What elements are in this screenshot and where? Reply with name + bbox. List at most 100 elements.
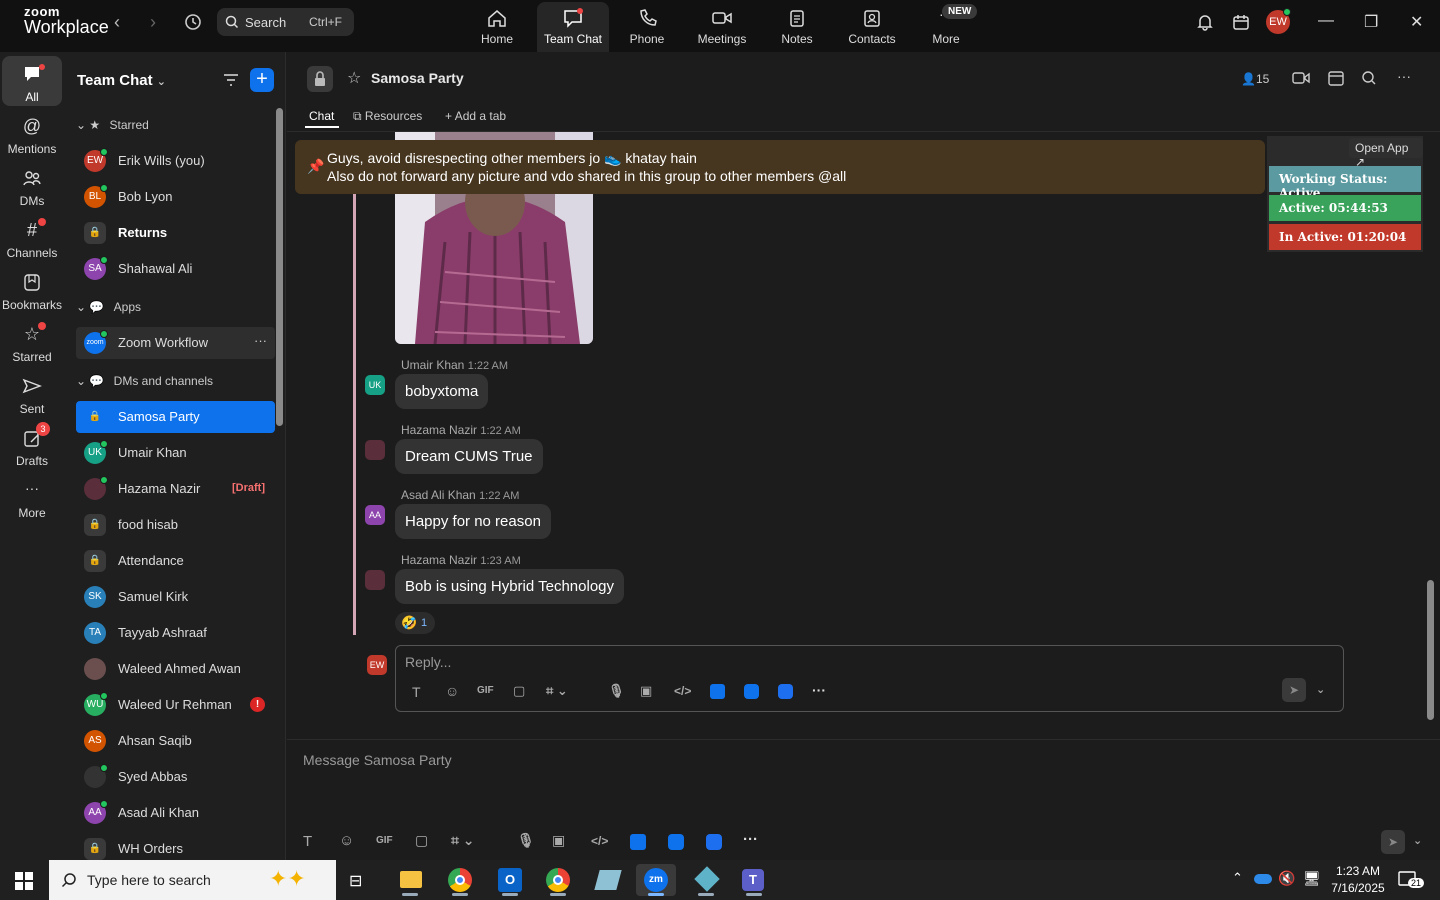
nav-team-chat[interactable]: Team Chat (537, 2, 609, 52)
rail-dms[interactable]: DMs (2, 162, 62, 212)
avatar[interactable]: UK (365, 375, 385, 395)
back-arrow-icon[interactable]: ‹ (114, 12, 120, 33)
notifications-icon[interactable]: 21 (1398, 870, 1425, 890)
more-tools-icon[interactable]: ··· (812, 682, 826, 698)
rail-starred[interactable]: ☆ Starred (2, 318, 62, 368)
tray-clock[interactable]: 1:23 AM 7/16/2025 (1330, 863, 1386, 897)
section-starred[interactable]: ⌄ ★ Starred (76, 118, 149, 132)
calendar-widget-icon[interactable] (1232, 13, 1250, 31)
member-count[interactable]: 👤15 (1241, 72, 1269, 86)
sidebar-item-asad-ali-khan[interactable]: AA Asad Ali Khan (76, 797, 275, 829)
open-app-button[interactable]: Open App ↗ (1349, 138, 1423, 169)
outlook-icon[interactable]: O (490, 864, 530, 896)
section-apps[interactable]: ⌄ 💬 Apps (76, 300, 141, 314)
sidebar-item-ahsan-saqib[interactable]: AS Ahsan Saqib (76, 725, 275, 757)
tab-resources[interactable]: ⧉ Resources (353, 109, 422, 124)
microphone-icon[interactable]: 🎙 (608, 683, 625, 699)
gif-icon[interactable]: GIF (376, 835, 393, 846)
file-icon[interactable]: ▢ (513, 683, 525, 699)
text-format-icon[interactable]: T (303, 833, 312, 850)
sidebar-item-samuel-kirk[interactable]: SK Samuel Kirk (76, 581, 275, 613)
task-view-icon[interactable]: ⊟ (349, 871, 362, 891)
nav-notes[interactable]: Notes (761, 0, 833, 52)
channel-title[interactable]: Samosa Party (371, 70, 464, 86)
gif-icon[interactable]: GIF (477, 685, 494, 696)
file-icon[interactable]: ▢ (415, 832, 428, 849)
restore-icon[interactable]: ❐ (1364, 12, 1378, 32)
emoji-icon[interactable]: ☺ (445, 683, 459, 699)
sidebar-scrollbar[interactable] (276, 108, 283, 426)
workflow-app-icon[interactable] (706, 834, 722, 850)
bell-icon[interactable] (1196, 13, 1214, 31)
sidebar-item-attendance[interactable]: 🔒 Attendance (76, 545, 275, 577)
avatar[interactable] (365, 570, 385, 590)
sidebar-item-tayyab-ashraaf[interactable]: TA Tayyab Ashraaf (76, 617, 275, 649)
minimize-icon[interactable]: — (1318, 12, 1334, 30)
whiteboard-app-icon[interactable] (744, 684, 759, 699)
sidebar-item-bob-lyon[interactable]: BL Bob Lyon (76, 181, 275, 213)
message-composer[interactable]: Message Samosa Party T ☺ GIF ▢ ⌗ ⌄ 🎙 ▣ <… (287, 739, 1440, 860)
nav-contacts[interactable]: Contacts (836, 0, 908, 52)
reaction-chip[interactable]: 🤣 1 (395, 612, 435, 634)
channel-more-icon[interactable]: ··· (1397, 68, 1411, 84)
more-tools-icon[interactable]: ··· (743, 831, 758, 848)
sidebar-item-shahawal-ali[interactable]: SA Shahawal Ali (76, 253, 275, 285)
sidebar-item-wh-orders[interactable]: 🔒 WH Orders (76, 833, 275, 860)
zoom-taskbar-icon[interactable]: zm (636, 864, 676, 896)
sidebar-item-zoom-workflow[interactable]: zoom Zoom Workflow ··· (76, 327, 275, 359)
item-more-icon[interactable]: ··· (254, 333, 267, 348)
screenshot-icon[interactable]: ⌗ ⌄ (451, 832, 475, 849)
video-message-icon[interactable]: ▣ (640, 683, 652, 699)
rail-all[interactable]: All (2, 56, 62, 106)
onedrive-icon[interactable] (1254, 874, 1272, 884)
notepad-app-icon[interactable] (588, 864, 628, 896)
section-dms-channels[interactable]: ⌄ 💬 DMs and channels (76, 374, 213, 388)
sidebar-item-waleed-ur-rehman[interactable]: WU Waleed Ur Rehman ! (76, 689, 275, 721)
video-message-icon[interactable]: ▣ (552, 832, 565, 849)
close-icon[interactable]: ✕ (1410, 12, 1423, 32)
send-options-chevron-icon[interactable]: ⌄ (1316, 683, 1325, 696)
sidebar-item-umair-khan[interactable]: UK Umair Khan (76, 437, 275, 469)
tab-chat[interactable]: Chat (309, 109, 334, 123)
pinned-message[interactable]: 📌 Guys, avoid disrespecting other member… (295, 140, 1265, 194)
rail-bookmarks[interactable]: Bookmarks (2, 266, 62, 316)
workflow-app-icon[interactable] (778, 684, 793, 699)
app-diamond-icon[interactable] (686, 864, 726, 896)
chat-scrollbar[interactable] (1427, 580, 1434, 720)
tray-chevron-up-icon[interactable]: ⌃ (1232, 870, 1243, 886)
nav-meetings[interactable]: Meetings (686, 0, 758, 52)
teams-icon[interactable]: T (734, 864, 774, 896)
avatar[interactable]: AA (365, 505, 385, 525)
sidebar-item-erik-wills[interactable]: EW Erik Wills (you) (76, 145, 275, 177)
screenshot-icon[interactable]: ⌗ ⌄ (546, 683, 568, 699)
avatar[interactable] (365, 440, 385, 460)
new-chat-plus-icon[interactable]: + (250, 68, 274, 92)
docs-app-icon[interactable] (630, 834, 646, 850)
filter-icon[interactable] (222, 72, 240, 88)
forward-arrow-icon[interactable]: › (150, 12, 156, 33)
rail-channels[interactable]: # Channels (2, 214, 62, 264)
docs-app-icon[interactable] (710, 684, 725, 699)
video-call-icon[interactable] (1291, 70, 1311, 86)
code-snippet-icon[interactable]: </> (591, 834, 608, 848)
nav-phone[interactable]: Phone (611, 0, 683, 52)
send-options-chevron-icon[interactable]: ⌄ (1413, 834, 1422, 847)
sidebar-item-returns[interactable]: 🔒 Returns (76, 217, 275, 249)
sidebar-item-syed-abbas[interactable]: Syed Abbas (76, 761, 275, 793)
message-bubble[interactable]: Dream CUMS True (395, 439, 543, 474)
taskbar-search[interactable]: Type here to search ✦✦ (49, 860, 336, 900)
emoji-icon[interactable]: ☺ (339, 832, 354, 849)
message-bubble[interactable]: Happy for no reason (395, 504, 551, 539)
send-button-icon[interactable]: ➤ (1282, 678, 1306, 702)
whiteboard-app-icon[interactable] (668, 834, 684, 850)
microphone-icon[interactable]: 🎙 (517, 832, 535, 849)
search-box[interactable]: Search Ctrl+F (217, 8, 354, 36)
send-button-icon[interactable]: ➤ (1381, 830, 1405, 854)
calendar-icon[interactable] (1327, 69, 1345, 87)
thread-reply-box[interactable]: Reply... T ☺ GIF ▢ ⌗ ⌄ 🎙 ▣ </> ··· ➤ ⌄ (395, 645, 1344, 712)
sidebar-item-waleed-ahmed-awan[interactable]: Waleed Ahmed Awan (76, 653, 275, 685)
message-bubble[interactable]: bobyxtoma (395, 374, 489, 409)
sidebar-item-samosa-party[interactable]: 🔒 Samosa Party (76, 401, 275, 433)
rail-drafts[interactable]: 3 Drafts (2, 422, 62, 472)
volume-muted-icon[interactable]: 🔇 (1278, 870, 1295, 887)
